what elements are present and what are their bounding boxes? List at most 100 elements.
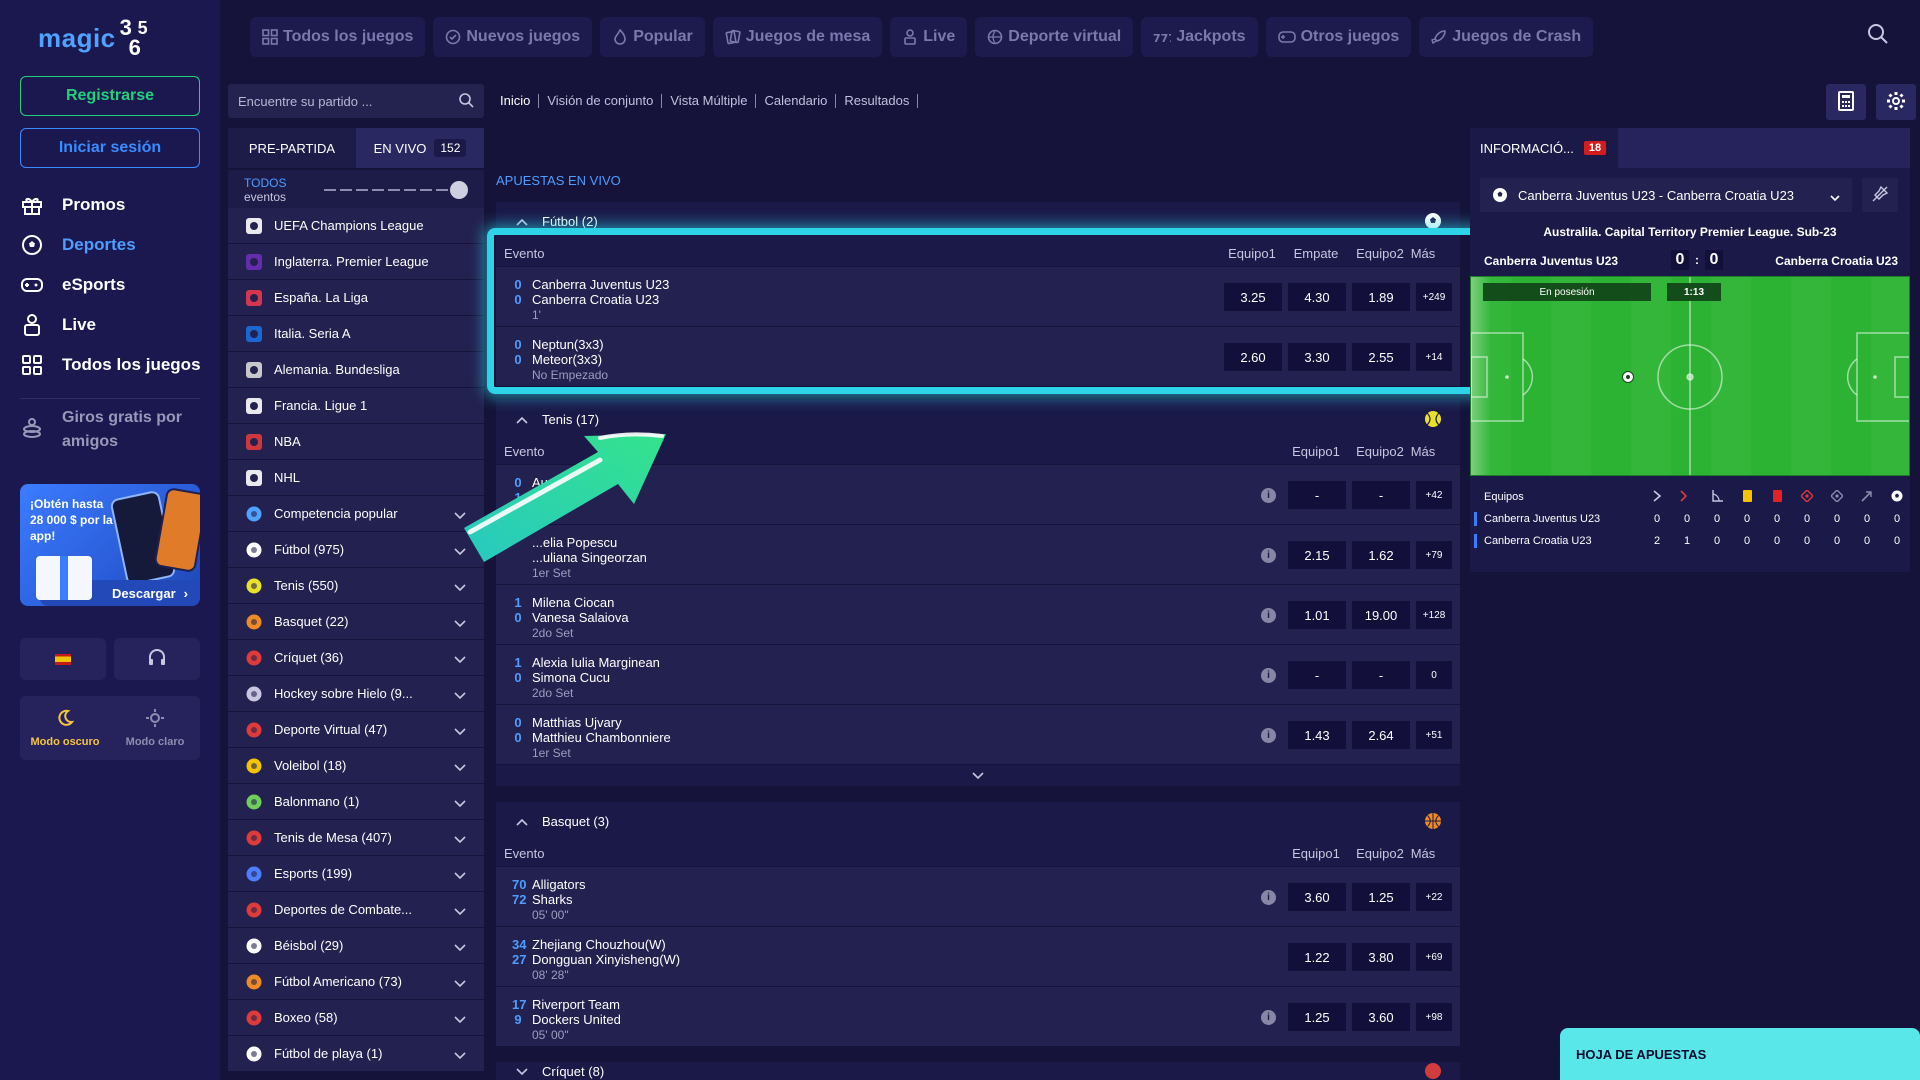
- nav-item-free-spins[interactable]: Giros gratis por amigos: [20, 406, 202, 454]
- more-markets-button[interactable]: +79: [1416, 541, 1452, 569]
- tab-live[interactable]: EN VIVO 152: [356, 128, 484, 168]
- odds-team1-button[interactable]: 1.43: [1288, 721, 1346, 749]
- light-mode-button[interactable]: Modo claro: [110, 696, 200, 760]
- all-events-label[interactable]: TODOS eventos: [244, 176, 286, 204]
- more-markets-button[interactable]: +42: [1416, 481, 1452, 509]
- tab-information[interactable]: INFORMACIÓ... 18: [1470, 128, 1618, 168]
- topnav-item[interactable]: Live: [890, 17, 968, 57]
- odds-team2-button[interactable]: 19.00: [1352, 601, 1410, 629]
- settings-button[interactable]: [1876, 84, 1916, 120]
- odds-team1-button[interactable]: 1.22: [1288, 943, 1346, 971]
- event-row[interactable]: ...elia Popescu ...uliana Singeorzan 1er S…: [496, 524, 1460, 584]
- odds-team2-button[interactable]: -: [1352, 661, 1410, 689]
- event-row[interactable]: 70 72 Alligators Sharks 05' 00" i 3.60 1.25 +22: [496, 866, 1460, 926]
- nav-item-deportes[interactable]: Deportes: [20, 233, 136, 257]
- info-icon[interactable]: i: [1261, 608, 1276, 623]
- more-markets-button[interactable]: +51: [1416, 721, 1452, 749]
- odds-team1-button[interactable]: -: [1288, 481, 1346, 509]
- topnav-item[interactable]: 777 Jackpots: [1141, 17, 1258, 57]
- event-row[interactable]: 34 27 Zhejiang Chouzhou(W) Dongguan Xinyish…: [496, 926, 1460, 986]
- odds-draw-button[interactable]: 4.30: [1288, 283, 1346, 311]
- support-button[interactable]: [114, 638, 200, 680]
- odds-team2-button[interactable]: 3.60: [1352, 1003, 1410, 1031]
- event-row[interactable]: 1 0 Milena Ciocan Vanesa Salaiova 2do Set i 1.…: [496, 584, 1460, 644]
- topnav-item[interactable]: Nuevos juegos: [433, 17, 593, 57]
- sport-item[interactable]: Fútbol Americano (73): [228, 964, 484, 1000]
- odds-team1-button[interactable]: 3.60: [1288, 883, 1346, 911]
- more-markets-button[interactable]: +249: [1416, 283, 1452, 311]
- sport-item[interactable]: Boxeo (58): [228, 1000, 484, 1036]
- more-markets-button[interactable]: +98: [1416, 1003, 1452, 1031]
- logo[interactable]: magic 3 5 6: [38, 17, 156, 59]
- odds-draw-button[interactable]: 3.30: [1288, 343, 1346, 371]
- search-icon[interactable]: [1866, 22, 1890, 49]
- topnav-item[interactable]: Popular: [600, 17, 705, 57]
- section-header[interactable]: Críquet (8): [496, 1062, 1460, 1080]
- odds-team1-button[interactable]: 1.01: [1288, 601, 1346, 629]
- match-dropdown[interactable]: Canberra Juventus U23 - Canberra Croatia…: [1480, 178, 1852, 212]
- sport-item[interactable]: Tenis de Mesa (407): [228, 820, 484, 856]
- odds-team1-button[interactable]: 2.15: [1288, 541, 1346, 569]
- breadcrumb-item[interactable]: Visión de conjunto: [539, 94, 663, 108]
- nav-item-esports[interactable]: eSports: [20, 273, 125, 297]
- sport-item[interactable]: Basquet (22): [228, 604, 484, 640]
- login-button[interactable]: Iniciar sesión: [20, 128, 200, 168]
- sport-item[interactable]: Esports (199): [228, 856, 484, 892]
- odds-team2-button[interactable]: 2.55: [1352, 343, 1410, 371]
- topnav-item[interactable]: Todos los juegos: [250, 17, 426, 57]
- league-item[interactable]: UEFA Champions League: [228, 208, 484, 244]
- more-markets-button[interactable]: +22: [1416, 883, 1452, 911]
- time-filter-slider[interactable]: [450, 181, 468, 199]
- more-markets-button[interactable]: +128: [1416, 601, 1452, 629]
- language-button[interactable]: [20, 638, 106, 680]
- breadcrumb-item[interactable]: Vista Múltiple: [662, 94, 757, 108]
- info-icon[interactable]: i: [1261, 1010, 1276, 1025]
- league-item[interactable]: Alemania. Bundesliga: [228, 352, 484, 388]
- odds-team1-button[interactable]: 2.60: [1224, 343, 1282, 371]
- sport-item[interactable]: Voleibol (18): [228, 748, 484, 784]
- section-header[interactable]: Tenis (17): [496, 400, 1460, 438]
- tab-pre-match[interactable]: PRE-PARTIDA: [228, 128, 356, 168]
- expand-section-button[interactable]: [496, 764, 1460, 786]
- league-item[interactable]: NHL: [228, 460, 484, 496]
- topnav-item[interactable]: Juegos de mesa: [712, 17, 883, 57]
- sport-item[interactable]: Competencia popular: [228, 496, 484, 532]
- event-row[interactable]: 0 0 Neptun(3x3) Meteor(3x3) No Empezado 2.60 3…: [496, 326, 1460, 386]
- sport-item[interactable]: Balonmano (1): [228, 784, 484, 820]
- nav-item-all-games[interactable]: Todos los juegos: [20, 353, 201, 377]
- odds-team2-button[interactable]: -: [1352, 481, 1410, 509]
- event-row[interactable]: 0 1 Aur... i - - +42: [496, 464, 1460, 524]
- info-icon[interactable]: i: [1261, 548, 1276, 563]
- match-search-input[interactable]: Encuentre su partido ...: [228, 84, 484, 118]
- topnav-item[interactable]: Juegos de Crash: [1419, 17, 1594, 57]
- sport-item[interactable]: Fútbol (975): [228, 532, 484, 568]
- odds-team2-button[interactable]: 1.62: [1352, 541, 1410, 569]
- calculator-button[interactable]: [1826, 84, 1866, 120]
- breadcrumb-item[interactable]: Resultados: [836, 94, 919, 108]
- league-item[interactable]: España. La Liga: [228, 280, 484, 316]
- odds-team2-button[interactable]: 1.89: [1352, 283, 1410, 311]
- event-row[interactable]: 0 0 Matthias Ujvary Matthieu Chambonniere 1e…: [496, 704, 1460, 764]
- sport-item[interactable]: Críquet (36): [228, 640, 484, 676]
- sport-item[interactable]: Hockey sobre Hielo (9...: [228, 676, 484, 712]
- sport-item[interactable]: Tenis (550): [228, 568, 484, 604]
- sport-item[interactable]: Deportes de Combate...: [228, 892, 484, 928]
- section-header[interactable]: Basquet (3): [496, 802, 1460, 840]
- event-row[interactable]: 1 0 Alexia Iulia Marginean Simona Cucu 2do S…: [496, 644, 1460, 704]
- section-header[interactable]: Fútbol (2): [496, 202, 1460, 240]
- breadcrumb-item[interactable]: Calendario: [756, 94, 837, 108]
- info-icon[interactable]: i: [1261, 488, 1276, 503]
- info-icon[interactable]: i: [1261, 668, 1276, 683]
- odds-team2-button[interactable]: 3.80: [1352, 943, 1410, 971]
- dark-mode-button[interactable]: Modo oscuro: [20, 696, 110, 760]
- odds-team2-button[interactable]: 2.64: [1352, 721, 1410, 749]
- topnav-item[interactable]: Deporte virtual: [975, 17, 1134, 57]
- event-row[interactable]: 17 9 Riverport Team Dockers United 05' 00" i 1…: [496, 986, 1460, 1046]
- odds-team1-button[interactable]: -: [1288, 661, 1346, 689]
- odds-team1-button[interactable]: 3.25: [1224, 283, 1282, 311]
- register-button[interactable]: Registrarse: [20, 76, 200, 116]
- sport-item[interactable]: Deporte Virtual (47): [228, 712, 484, 748]
- sport-item[interactable]: Fútbol de playa (1): [228, 1036, 484, 1072]
- event-row[interactable]: 0 0 Canberra Juventus U23 Canberra Croatia …: [496, 266, 1460, 326]
- league-item[interactable]: Italia. Seria A: [228, 316, 484, 352]
